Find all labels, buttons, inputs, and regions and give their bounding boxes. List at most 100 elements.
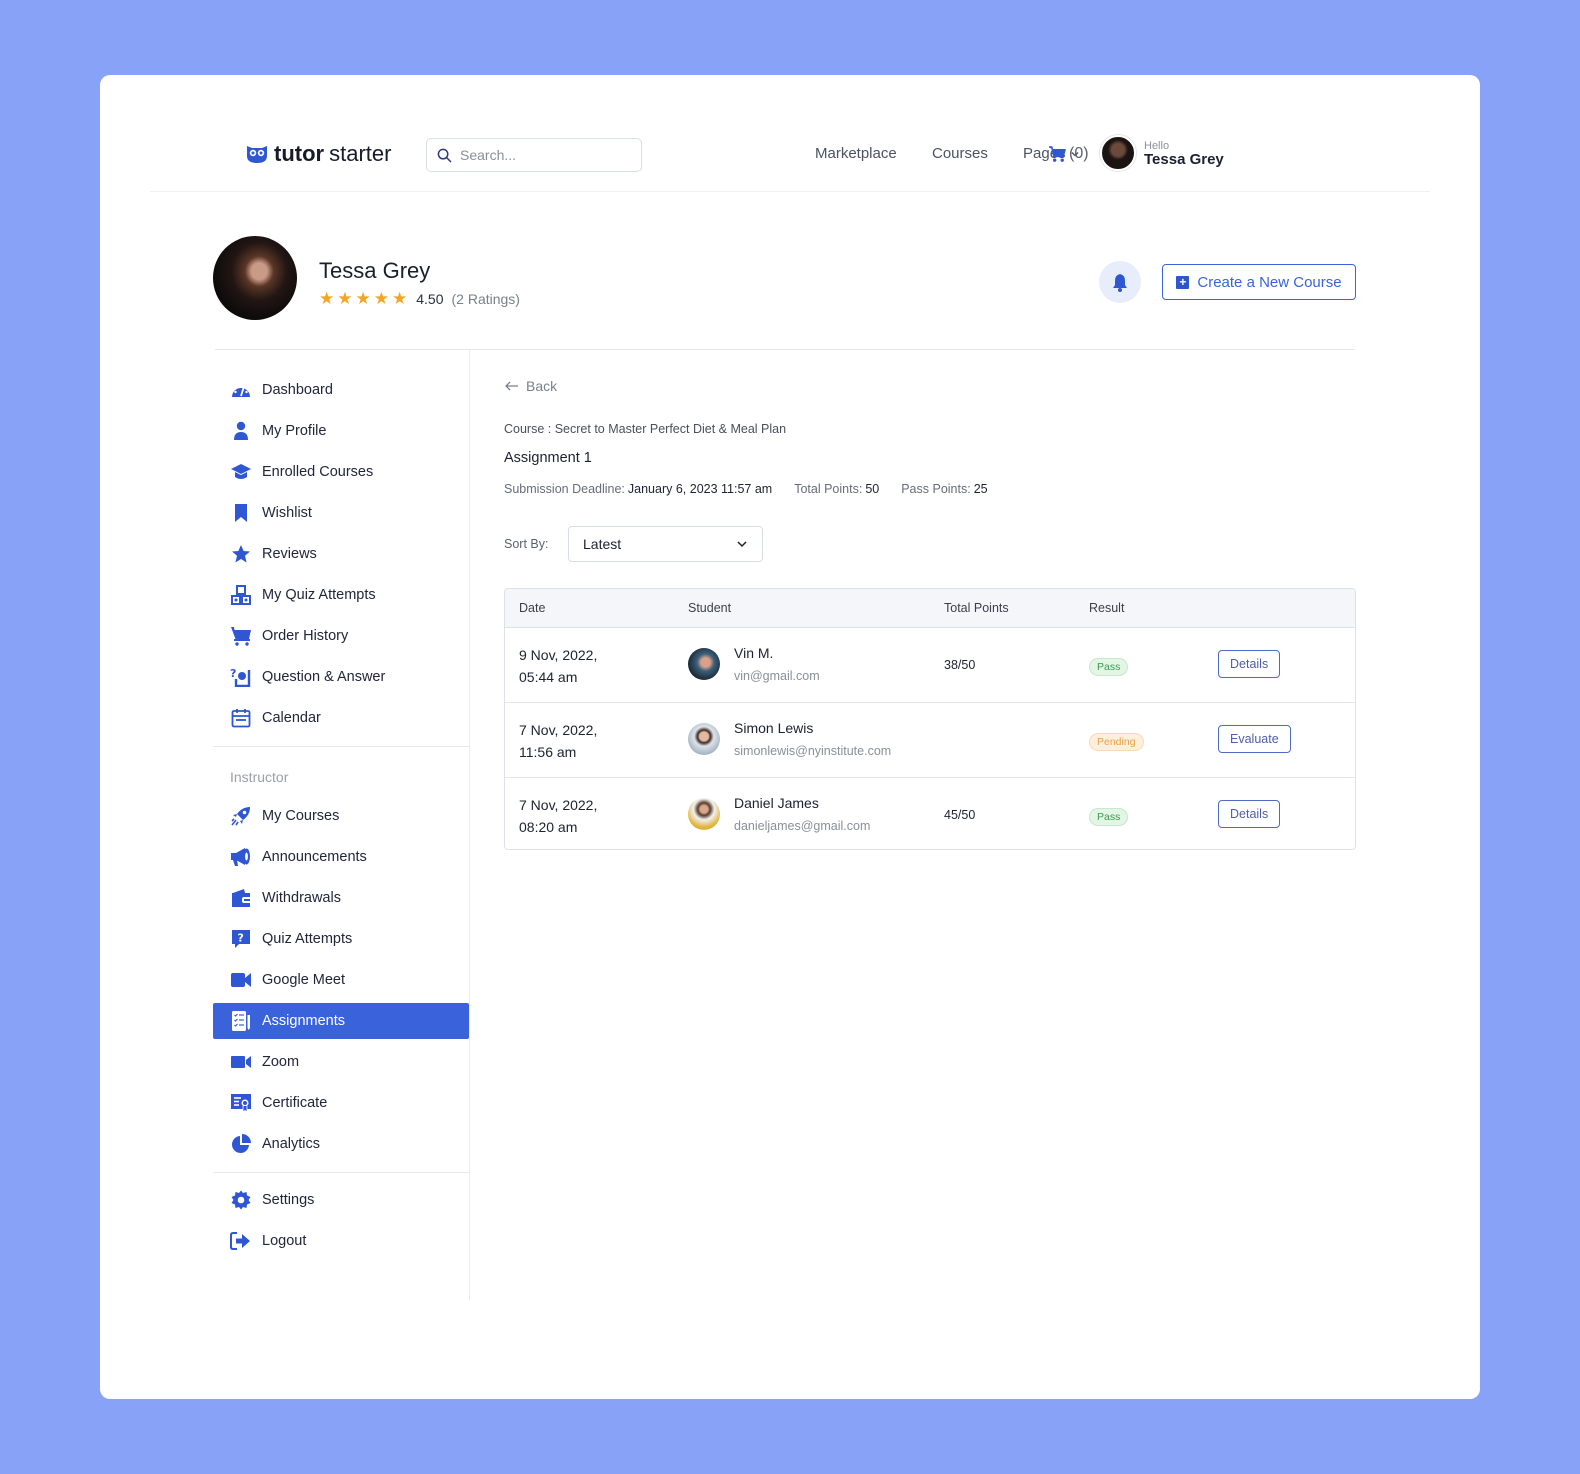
app-window: tutor starter Marketplace Courses Pages … <box>100 75 1480 1399</box>
submission-date: 7 Nov, 2022, <box>519 722 598 738</box>
submission-time: 08:20 am <box>519 819 578 835</box>
sidebar-item-dashboard[interactable]: Dashboard <box>213 372 469 408</box>
submission-time: 11:56 am <box>519 744 577 760</box>
cart-icon <box>1049 145 1066 162</box>
pass-points-value: 25 <box>973 482 988 496</box>
student-email: danieljames@gmail.com <box>734 819 871 833</box>
logo[interactable]: tutor starter <box>246 141 391 167</box>
sidebar-item-logout[interactable]: Logout <box>213 1223 469 1259</box>
assignment-list-icon <box>230 1010 252 1032</box>
sidebar-item-announcements[interactable]: Announcements <box>213 839 469 875</box>
sidebar-item-analytics[interactable]: Analytics <box>213 1126 469 1162</box>
cart-icon <box>230 625 252 647</box>
sidebar-item-label: Dashboard <box>262 382 333 398</box>
bookmark-icon <box>230 502 252 524</box>
student-email: vin@gmail.com <box>734 669 820 683</box>
column-header-total-points: Total Points <box>944 601 1009 615</box>
table-row: 7 Nov, 2022, 11:56 am Simon Lewis simonle… <box>505 703 1355 778</box>
quiz-blocks-icon <box>230 584 252 606</box>
rating-count: (2 Ratings) <box>451 291 520 307</box>
sidebar-item-enrolled-courses[interactable]: Enrolled Courses <box>213 454 469 490</box>
sidebar-divider <box>213 1172 469 1173</box>
back-link[interactable]: Back <box>504 378 557 394</box>
student-avatar <box>688 648 720 680</box>
evaluate-button[interactable]: Evaluate <box>1218 725 1291 753</box>
nav-marketplace[interactable]: Marketplace <box>815 145 897 162</box>
cart-button[interactable]: (0) <box>1048 145 1089 163</box>
sidebar-divider <box>213 746 469 747</box>
details-button[interactable]: Details <box>1218 650 1281 678</box>
zoom-camera-icon <box>230 1051 252 1073</box>
sidebar-item-settings[interactable]: Settings <box>213 1182 469 1218</box>
sidebar-item-label: My Quiz Attempts <box>262 587 376 603</box>
column-header-student: Student <box>688 601 732 615</box>
sidebar-item-label: My Courses <box>262 808 340 824</box>
sidebar-item-label: Withdrawals <box>262 890 341 906</box>
sidebar-item-certificate[interactable]: Certificate <box>213 1085 469 1121</box>
status-badge: Pass <box>1089 658 1129 676</box>
sidebar-item-label: Question & Answer <box>262 669 386 685</box>
sidebar-item-label: Reviews <box>262 546 317 562</box>
chevron-down-icon <box>737 541 747 548</box>
pass-points-label: Pass Points: <box>901 482 971 496</box>
star-icon <box>230 543 252 565</box>
sort-value: Latest <box>583 536 622 552</box>
star-icon: ★ <box>355 289 371 308</box>
nav-courses[interactable]: Courses <box>932 145 988 162</box>
instructor-heading: Instructor <box>230 769 289 785</box>
sidebar-item-question-answer[interactable]: ? Question & Answer <box>213 659 469 695</box>
sidebar-item-label: Logout <box>262 1233 307 1249</box>
sidebar-item-label: Enrolled Courses <box>262 464 374 480</box>
student-name: Daniel James <box>734 795 819 811</box>
sidebar-item-my-profile[interactable]: My Profile <box>213 413 469 449</box>
sidebar-item-label: Zoom <box>262 1054 300 1070</box>
sidebar-item-label: Order History <box>262 628 349 644</box>
sidebar-item-google-meet[interactable]: Google Meet <box>213 962 469 998</box>
assignment-meta: Submission Deadline: January 6, 2023 11:5… <box>504 482 1010 496</box>
gear-icon <box>230 1189 252 1211</box>
video-camera-icon <box>230 969 252 991</box>
search-input[interactable] <box>458 146 632 164</box>
search-icon <box>437 148 452 162</box>
cart-count: (0) <box>1069 145 1089 162</box>
sidebar-item-quiz-attempts[interactable]: ? Quiz Attempts <box>213 921 469 957</box>
student-name: Simon Lewis <box>734 720 814 736</box>
sidebar-item-assignments[interactable]: Assignments <box>213 1003 469 1039</box>
header-avatar <box>1100 135 1136 171</box>
star-icon: ★ <box>337 289 353 308</box>
sidebar-item-my-courses[interactable]: My Courses <box>213 798 469 834</box>
logo-text-light: starter <box>329 141 392 166</box>
student-name: Vin M. <box>734 645 774 661</box>
notification-button[interactable] <box>1099 261 1141 303</box>
sidebar-item-withdrawals[interactable]: Withdrawals <box>213 880 469 916</box>
sidebar-item-order-history[interactable]: Order History <box>213 618 469 654</box>
search-box[interactable] <box>426 138 642 172</box>
sidebar-item-reviews[interactable]: Reviews <box>213 536 469 572</box>
sidebar-item-label: Wishlist <box>262 505 312 521</box>
sidebar-item-label: Settings <box>262 1192 315 1208</box>
profile-avatar <box>213 236 297 320</box>
sidebar-item-my-quiz-attempts[interactable]: My Quiz Attempts <box>213 577 469 613</box>
deadline-label: Submission Deadline: <box>504 482 625 496</box>
star-icon: ★ <box>392 289 408 308</box>
create-course-button[interactable]: + Create a New Course <box>1162 264 1356 300</box>
sidebar-item-label: Analytics <box>262 1136 321 1152</box>
student-avatar <box>688 798 720 830</box>
sidebar-item-calendar[interactable]: Calendar <box>213 700 469 736</box>
sidebar-item-zoom[interactable]: Zoom <box>213 1044 469 1080</box>
user-menu[interactable]: Hello Tessa Grey <box>1100 135 1224 171</box>
sidebar-item-wishlist[interactable]: Wishlist <box>213 495 469 531</box>
sidebar-item-label: Assignments <box>262 1013 346 1029</box>
table-header: Date Student Total Points Result <box>505 589 1355 628</box>
svg-text:?: ? <box>230 667 236 680</box>
megaphone-icon <box>230 846 252 868</box>
graduation-cap-icon <box>230 461 252 483</box>
details-button[interactable]: Details <box>1218 800 1281 828</box>
sidebar-item-label: Quiz Attempts <box>262 931 353 947</box>
sidebar-item-label: Google Meet <box>262 972 346 988</box>
column-header-result: Result <box>1089 601 1125 615</box>
course-name: Course : Secret to Master Perfect Diet &… <box>504 422 787 436</box>
total-points: 38/50 <box>944 658 976 672</box>
rating-value: 4.50 <box>416 291 444 307</box>
sort-select[interactable]: Latest <box>568 526 763 562</box>
